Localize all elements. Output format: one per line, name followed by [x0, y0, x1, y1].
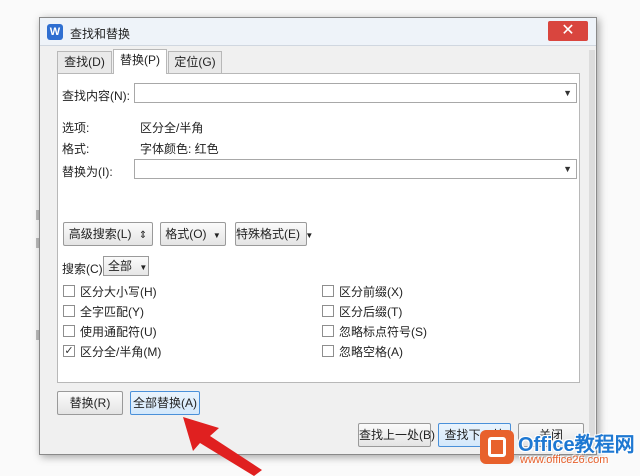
tab-replace-label: 替换(P) [120, 53, 160, 67]
red-pointer-arrow-icon [183, 417, 262, 476]
arrow-shape [183, 417, 262, 476]
watermark-url: www.office26.com [520, 454, 609, 466]
office-logo-icon [480, 430, 514, 464]
office-logo-inner [488, 437, 506, 457]
watermark-title: Office教程网 [518, 434, 635, 456]
tab-replace[interactable]: 替换(P) [113, 49, 167, 74]
site-watermark: Office教程网 www.office26.com [480, 428, 635, 472]
